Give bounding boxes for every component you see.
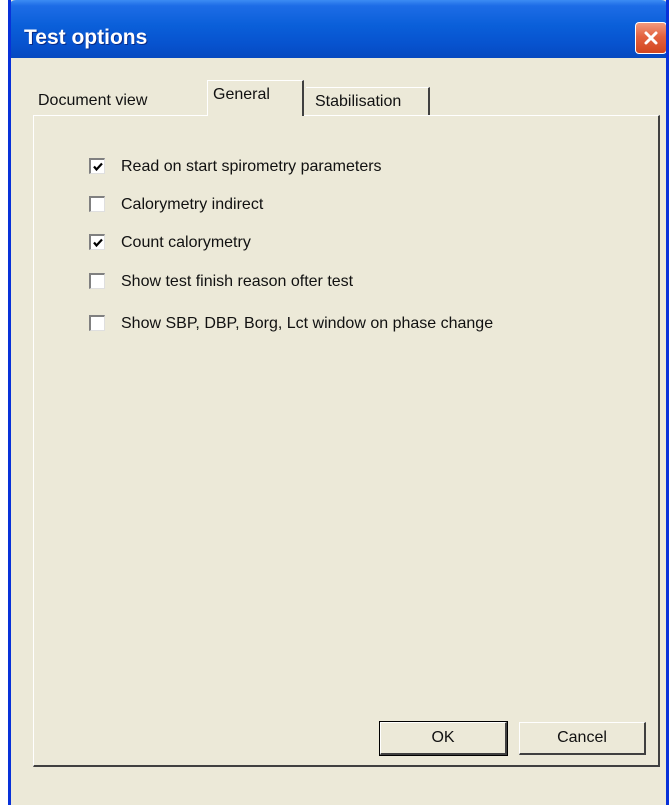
close-button[interactable]: [635, 22, 666, 54]
checkmark-icon: [93, 162, 103, 172]
test-options-dialog: Test options Document view General Stabi…: [8, 0, 669, 805]
dialog-title: Test options: [24, 26, 148, 49]
ok-button[interactable]: OK: [379, 721, 508, 756]
option-label: Show test finish reason ofter test: [121, 273, 354, 290]
close-icon: [644, 31, 658, 45]
checkbox-show-sbp-window[interactable]: [89, 315, 105, 331]
checkmark-icon: [93, 238, 103, 248]
option-label: Show SBP, DBP, Borg, Lct window on phase…: [121, 315, 494, 332]
tab-stabilisation[interactable]: Stabilisation: [306, 87, 430, 116]
option-label: Calorymetry indirect: [121, 196, 264, 213]
checkbox-calorymetry-indirect[interactable]: [89, 196, 105, 212]
option-label: Read on start spirometry parameters: [121, 158, 382, 175]
checkbox-read-spirometry[interactable]: [89, 158, 105, 174]
checkbox-show-finish-reason[interactable]: [89, 273, 105, 289]
option-label: Count calorymetry: [121, 234, 251, 251]
title-bar[interactable]: Test options: [11, 0, 666, 58]
checkbox-count-calorymetry[interactable]: [89, 234, 105, 250]
tab-general[interactable]: General: [207, 80, 304, 116]
cancel-button[interactable]: Cancel: [519, 722, 646, 755]
tab-document-view[interactable]: Document view: [32, 87, 207, 116]
